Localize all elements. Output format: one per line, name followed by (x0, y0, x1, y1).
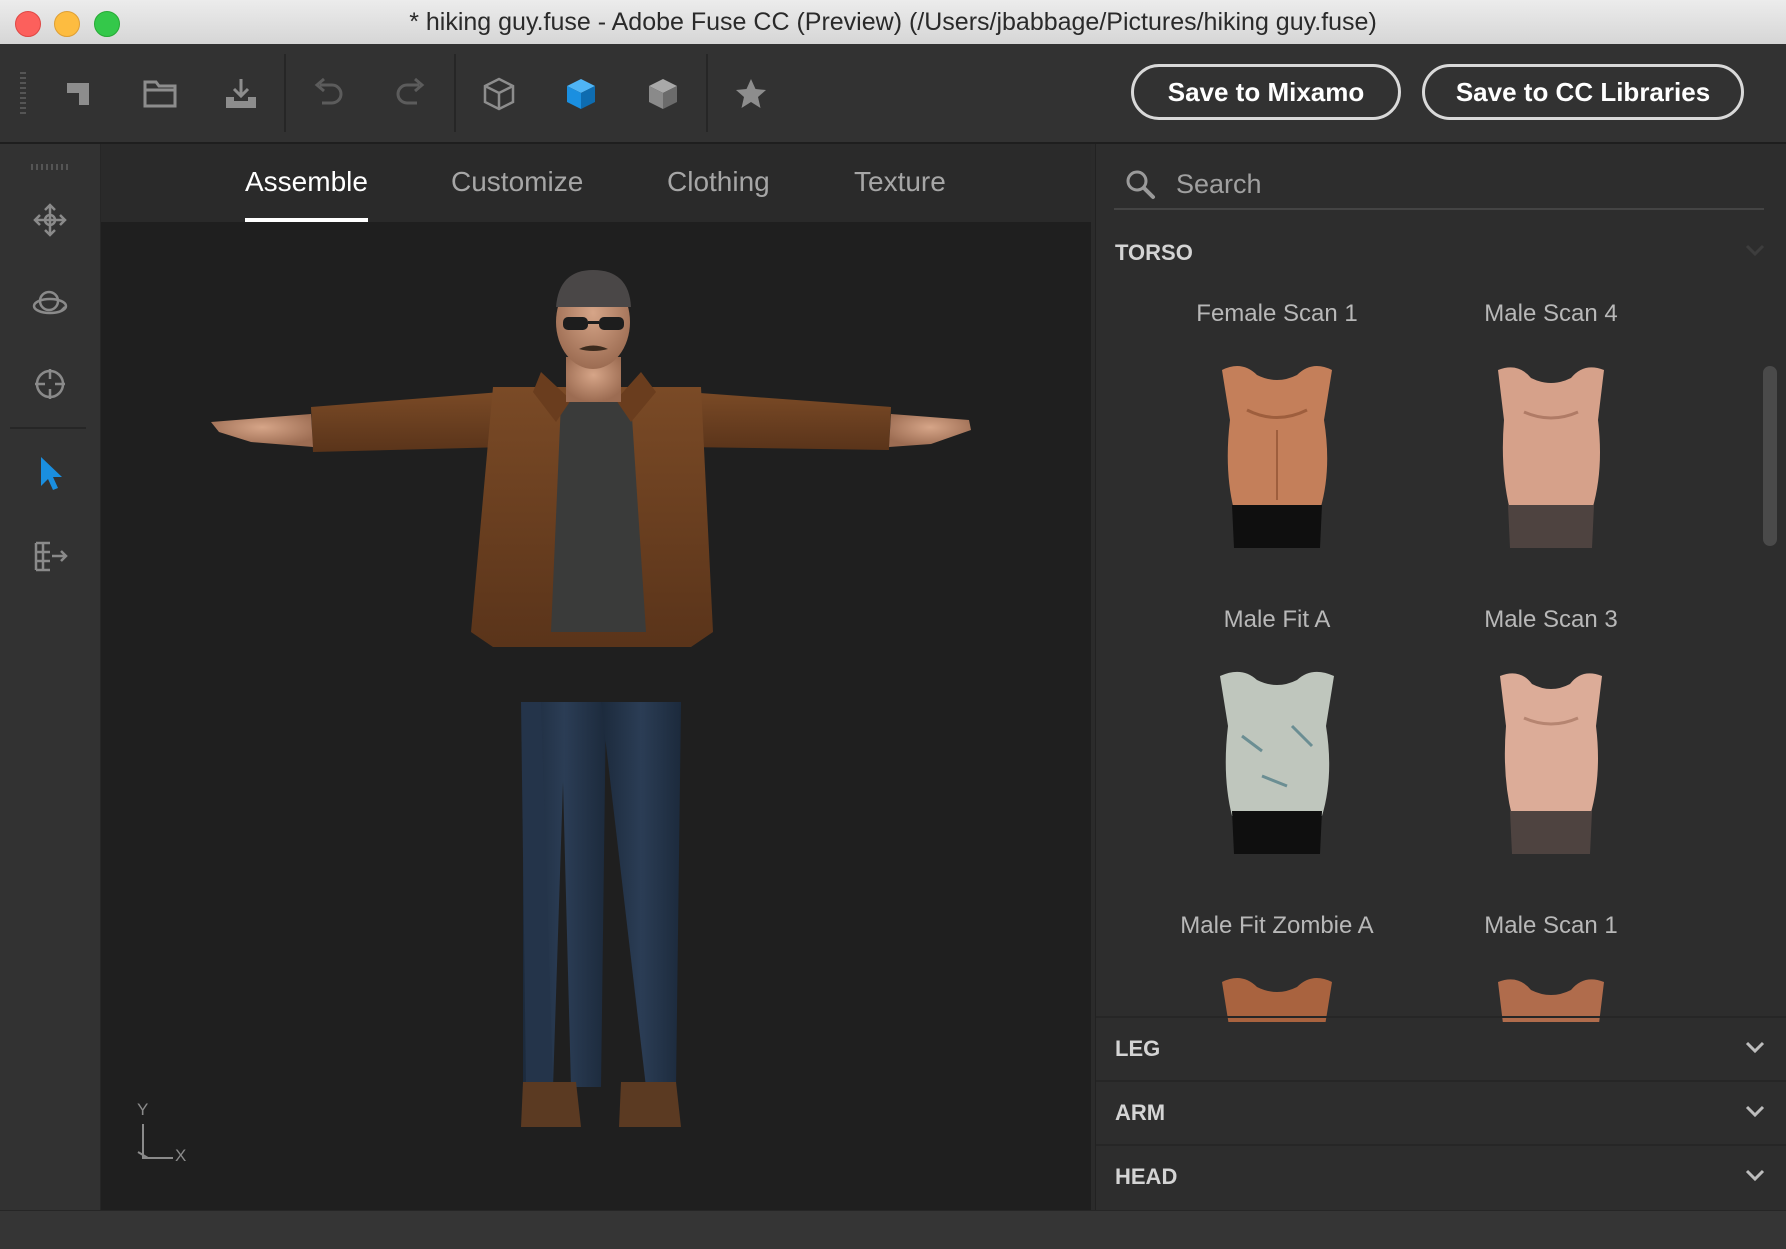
tool-strip-separator (10, 427, 86, 429)
torso-thumbnail (1222, 366, 1332, 548)
torso-item-male-scan-3[interactable]: Male Scan 3 (1426, 606, 1676, 906)
torso-item-label: Male Fit Zombie A (1180, 912, 1374, 939)
3d-viewport[interactable]: Y X (101, 222, 1091, 1210)
mode-tabs: Assemble Customize Clothing Texture (101, 144, 1091, 222)
section-title-head: HEAD (1115, 1164, 1178, 1189)
axis-lines (137, 1124, 173, 1159)
save-to-cc-libraries-button[interactable]: Save to CC Libraries (1422, 64, 1744, 120)
window-title-bar: * hiking guy.fuse - Adobe Fuse CC (Previ… (0, 0, 1786, 45)
chevron-down-icon[interactable] (1741, 1033, 1769, 1061)
import-icon[interactable] (219, 72, 263, 116)
torso-thumbnail (1498, 979, 1604, 1022)
torso-item-label: Male Scan 4 (1484, 300, 1618, 327)
toolbar-separator (706, 54, 708, 132)
tool-strip-grip[interactable] (31, 164, 69, 170)
section-arm[interactable]: ARM (1096, 1080, 1786, 1144)
chevron-down-icon[interactable] (1741, 1161, 1769, 1189)
main-toolbar: Save to Mixamo Save to CC Libraries (0, 44, 1786, 144)
torso-thumbnail (1500, 673, 1602, 854)
search-input[interactable] (1174, 162, 1758, 206)
character-model[interactable] (101, 222, 1091, 1210)
select-arrow-icon[interactable] (26, 449, 74, 497)
section-title-leg: LEG (1115, 1036, 1161, 1061)
tab-clothing[interactable]: Clothing (667, 144, 770, 222)
redo-icon[interactable] (389, 72, 433, 116)
torso-thumbnail (1498, 367, 1604, 548)
axis-y-label: Y (137, 1100, 149, 1119)
new-file-icon[interactable] (56, 72, 100, 116)
axis-gizmo: Y X (131, 1100, 211, 1170)
tab-assemble[interactable]: Assemble (245, 144, 368, 222)
torso-item-male-fit-zombie-a[interactable]: Male Fit Zombie A (1152, 912, 1402, 1022)
section-title-arm: ARM (1115, 1100, 1166, 1125)
status-bar (0, 1210, 1786, 1249)
toolbar-grip[interactable] (20, 72, 26, 114)
export-pose-icon[interactable] (26, 532, 74, 580)
toolbar-separator (454, 54, 456, 132)
wireframe-cube-icon[interactable] (477, 72, 521, 116)
save-to-mixamo-button[interactable]: Save to Mixamo (1131, 64, 1401, 120)
torso-item-label: Male Scan 3 (1484, 606, 1618, 633)
parts-panel: TORSO Female Scan 1 Male Scan 4 Male Fit… (1095, 144, 1786, 1210)
torso-item-male-fit-a[interactable]: Male Fit A (1152, 606, 1402, 906)
section-head[interactable]: HEAD (1096, 1144, 1786, 1208)
left-tool-strip (0, 144, 101, 1210)
target-icon[interactable] (26, 360, 74, 408)
window-title: * hiking guy.fuse - Adobe Fuse CC (Previ… (409, 8, 1377, 36)
torso-item-female-scan-1[interactable]: Female Scan 1 (1152, 300, 1402, 600)
undo-icon[interactable] (306, 72, 350, 116)
chevron-down-icon[interactable] (1741, 236, 1769, 264)
torso-item-label: Male Scan 1 (1484, 912, 1618, 939)
textured-cube-icon[interactable] (641, 72, 685, 116)
torso-item-label: Female Scan 1 (1196, 300, 1358, 327)
torso-item-male-scan-1[interactable]: Male Scan 1 (1426, 912, 1676, 1022)
chevron-down-icon[interactable] (1741, 1097, 1769, 1125)
shaded-cube-icon[interactable] (559, 72, 603, 116)
torso-thumbnail (1220, 671, 1334, 854)
search-bar (1114, 162, 1764, 210)
move-icon[interactable] (26, 196, 74, 244)
panel-scrollbar-thumb[interactable] (1763, 366, 1777, 546)
star-icon[interactable] (729, 72, 773, 116)
torso-item-label: Male Fit A (1223, 606, 1331, 633)
torso-thumbnail (1222, 978, 1332, 1022)
section-title-torso[interactable]: TORSO (1115, 240, 1193, 266)
open-folder-icon[interactable] (138, 72, 182, 116)
search-icon (1126, 170, 1155, 199)
section-leg[interactable]: LEG (1096, 1016, 1786, 1080)
tab-texture[interactable]: Texture (854, 144, 946, 222)
orbit-icon[interactable] (26, 279, 74, 327)
toolbar-separator (284, 54, 286, 132)
torso-item-male-scan-4[interactable]: Male Scan 4 (1426, 300, 1676, 600)
axis-x-label: X (175, 1146, 187, 1165)
tab-customize[interactable]: Customize (451, 144, 583, 222)
